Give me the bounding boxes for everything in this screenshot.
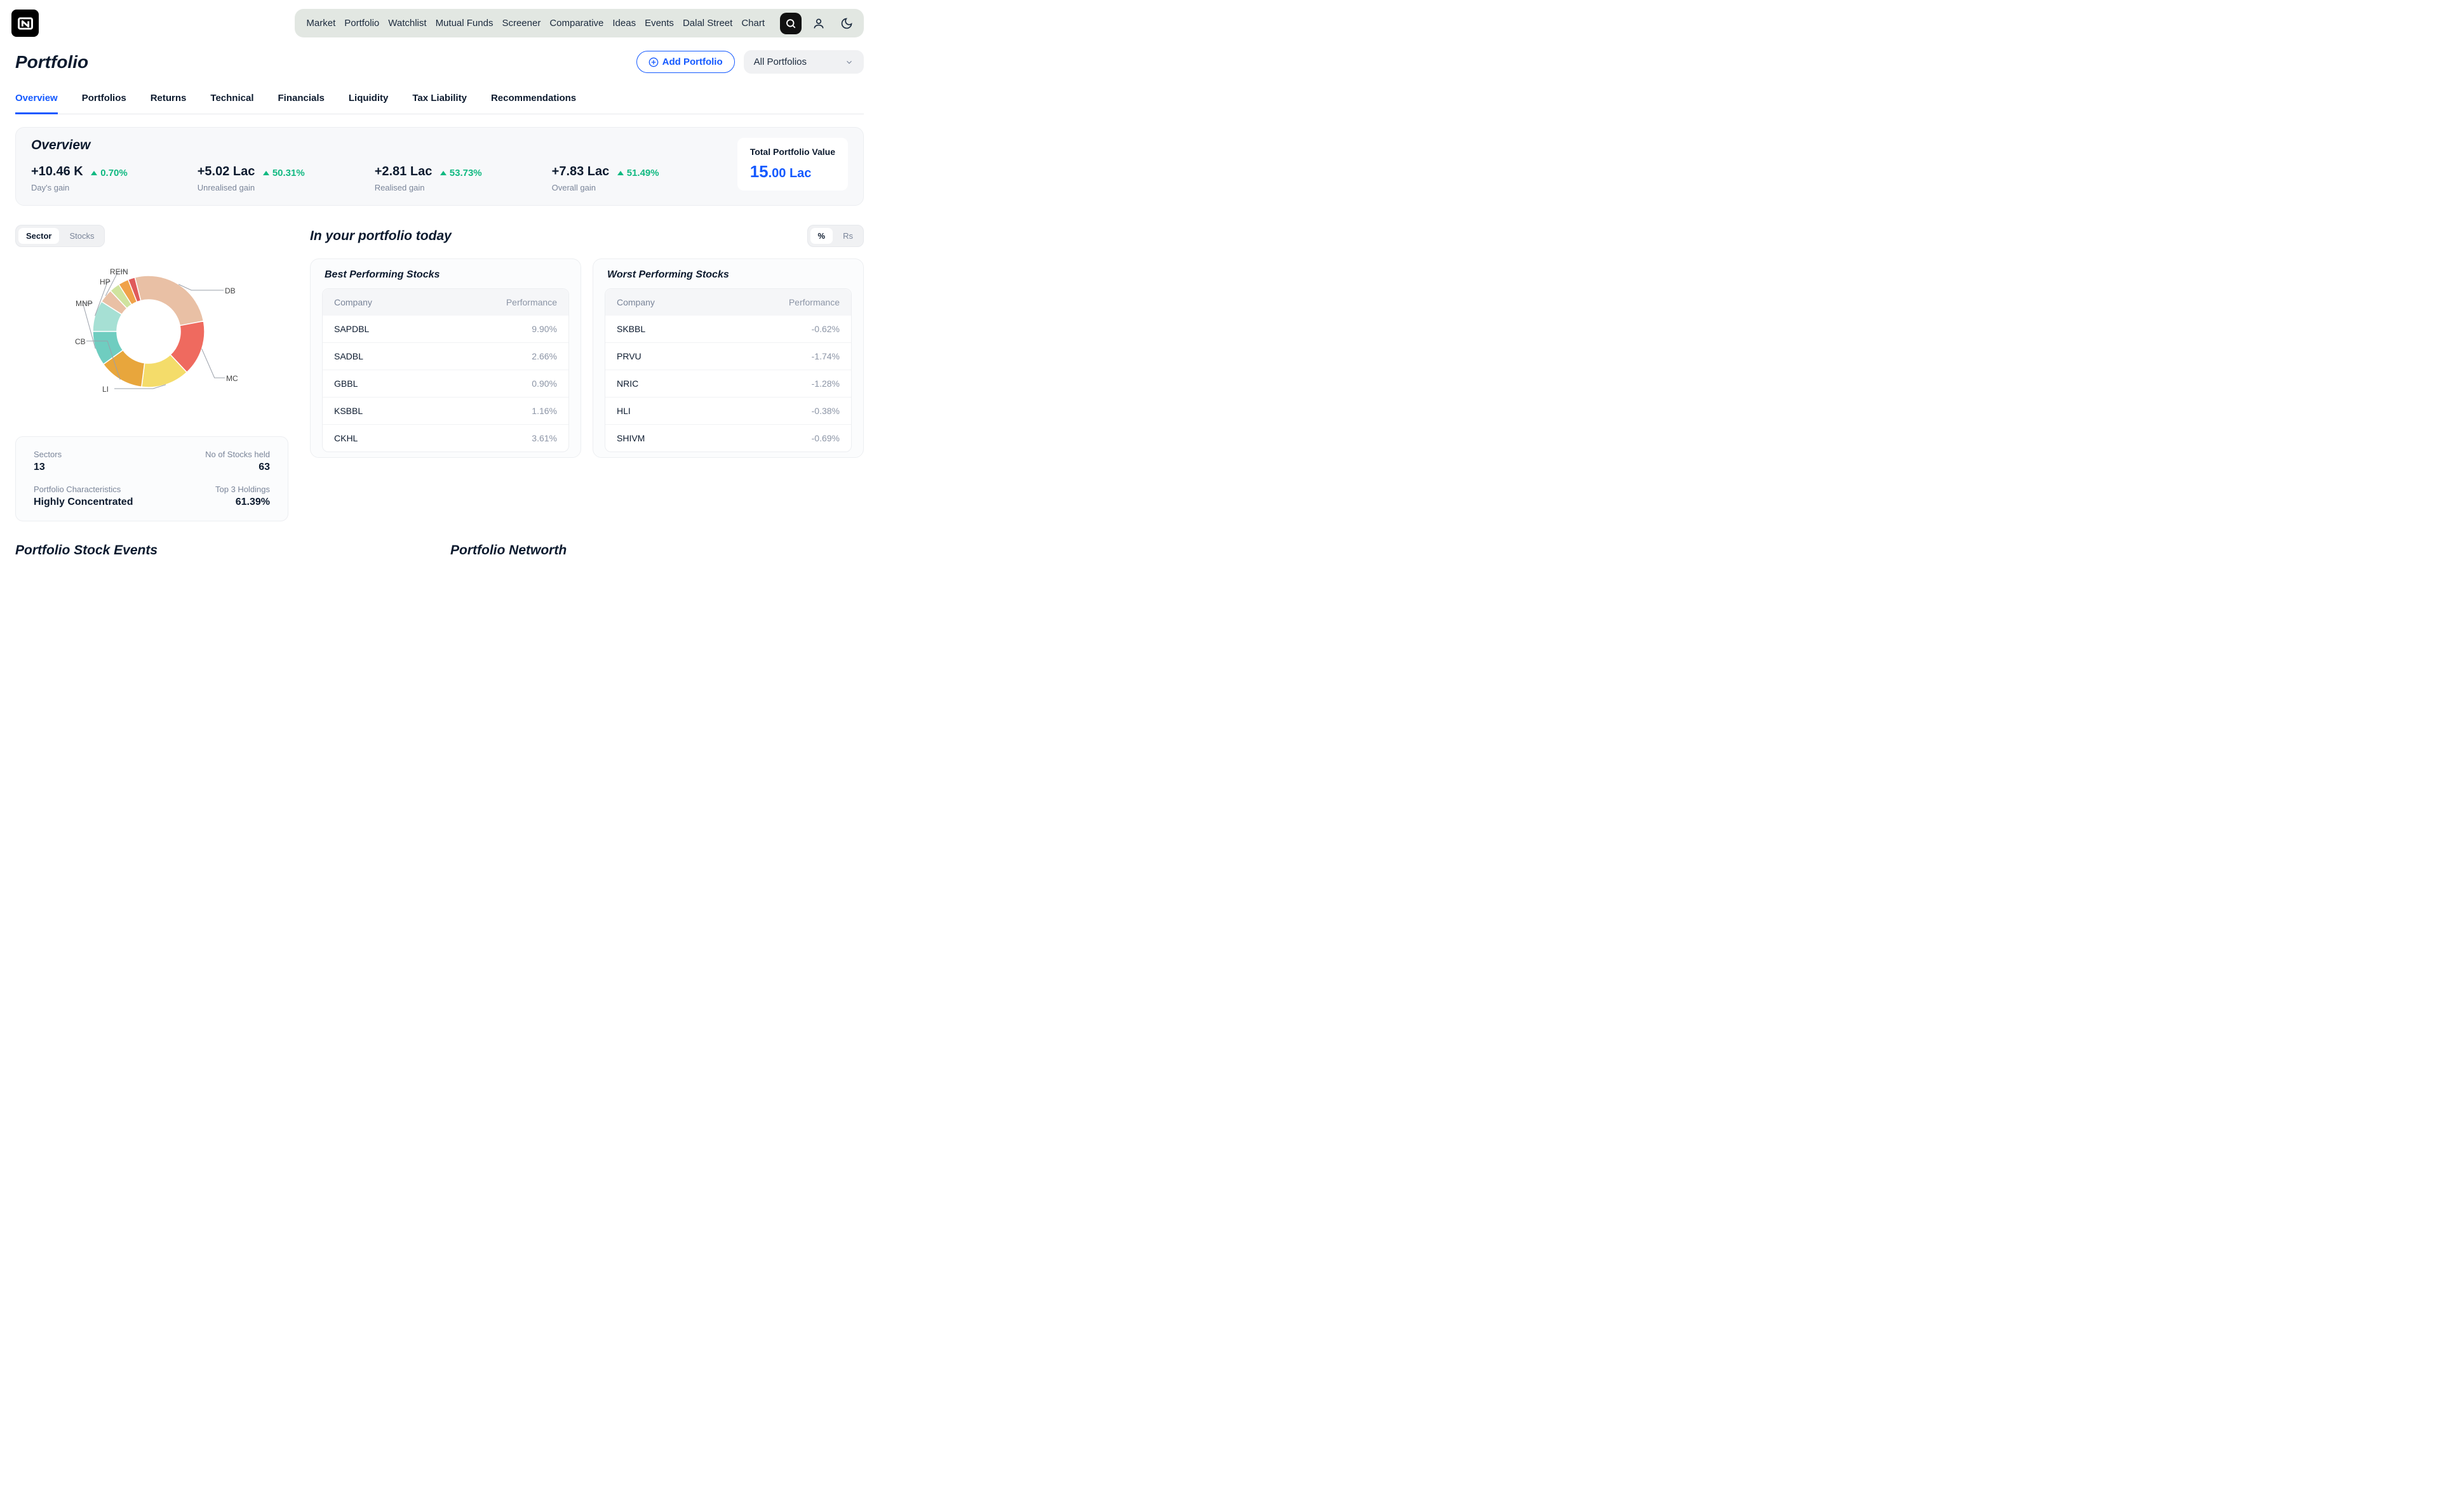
portfolio-selector[interactable]: All Portfolios [744,50,864,74]
overview-card: Overview +10.46 K 0.70% Day's gain +5.02… [15,127,864,206]
today-title: In your portfolio today [310,229,452,244]
tab-technical[interactable]: Technical [210,88,253,114]
metric-overall-gain: +7.83 Lac 51.49% Overall gain [552,164,659,192]
page-title: Portfolio [15,52,88,72]
tab-portfolios[interactable]: Portfolios [82,88,126,114]
nav-chart[interactable]: Chart [741,11,765,35]
table-row[interactable]: KSBBL1.16% [323,397,568,424]
toggle-stocks[interactable]: Stocks [62,228,102,244]
overview-title: Overview [31,138,737,153]
main-nav: Market Portfolio Watchlist Mutual Funds … [295,9,864,37]
sector-stocks-toggle: Sector Stocks [15,225,105,247]
portfolio-selector-label: All Portfolios [754,57,807,67]
nav-watchlist[interactable]: Watchlist [388,11,426,35]
total-portfolio-label: Total Portfolio Value [750,147,835,157]
total-portfolio-value: 15.00 Lac [750,162,835,182]
toggle-sector[interactable]: Sector [18,228,59,244]
toggle-percent[interactable]: % [810,228,833,244]
tab-tax-liability[interactable]: Tax Liability [412,88,467,114]
table-row[interactable]: SKBBL-0.62% [605,316,851,342]
metric-unrealised-gain: +5.02 Lac 50.31% Unrealised gain [198,164,305,192]
best-performing-title: Best Performing Stocks [311,269,581,288]
nav-portfolio[interactable]: Portfolio [344,11,379,35]
table-row[interactable]: SADBL2.66% [323,342,568,370]
add-portfolio-label: Add Portfolio [662,57,723,67]
percent-rs-toggle: % Rs [807,225,864,247]
metric-realised-gain: +2.81 Lac 53.73% Realised gain [375,164,482,192]
nav-dalal-street[interactable]: Dalal Street [683,11,732,35]
table-row[interactable]: SHIVM-0.69% [605,424,851,452]
table-row[interactable]: CKHL3.61% [323,424,568,452]
add-portfolio-button[interactable]: Add Portfolio [636,51,735,73]
portfolio-stock-events-title: Portfolio Stock Events [15,543,429,558]
user-icon[interactable] [808,13,830,34]
nav-comparative[interactable]: Comparative [549,11,603,35]
search-button[interactable] [780,13,802,34]
toggle-rs[interactable]: Rs [835,228,861,244]
sector-donut-chart: DB MC LI CB MNP HP REIN [15,260,288,418]
portfolio-tabs: Overview Portfolios Returns Technical Fi… [15,88,864,114]
tab-financials[interactable]: Financials [278,88,325,114]
table-row[interactable]: SAPDBL9.90% [323,316,568,342]
table-row[interactable]: PRVU-1.74% [605,342,851,370]
portfolio-summary-card: Sectors 13 No of Stocks held 63 Portfoli… [15,436,288,521]
tab-overview[interactable]: Overview [15,88,58,114]
table-row[interactable]: GBBL0.90% [323,370,568,397]
tab-returns[interactable]: Returns [151,88,187,114]
tab-recommendations[interactable]: Recommendations [491,88,576,114]
portfolio-networth-title: Portfolio Networth [450,543,864,558]
nav-ideas[interactable]: Ideas [612,11,636,35]
worst-performing-title: Worst Performing Stocks [593,269,863,288]
tab-liquidity[interactable]: Liquidity [349,88,389,114]
logo[interactable] [11,10,39,37]
nav-mutual-funds[interactable]: Mutual Funds [436,11,494,35]
nav-events[interactable]: Events [645,11,674,35]
nav-screener[interactable]: Screener [502,11,541,35]
nav-market[interactable]: Market [306,11,335,35]
table-row[interactable]: HLI-0.38% [605,397,851,424]
best-performing-card: Best Performing Stocks CompanyPerformanc… [310,258,581,458]
chevron-down-icon [845,58,854,67]
worst-performing-card: Worst Performing Stocks CompanyPerforman… [593,258,864,458]
dark-mode-icon[interactable] [836,13,857,34]
table-row[interactable]: NRIC-1.28% [605,370,851,397]
total-portfolio-value-box: Total Portfolio Value 15.00 Lac [737,138,848,191]
metric-days-gain: +10.46 K 0.70% Day's gain [31,164,128,192]
